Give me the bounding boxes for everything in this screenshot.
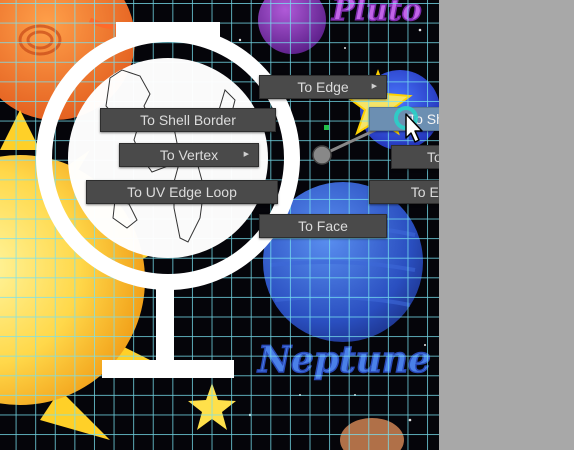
submenu-arrow-icon: ▶ (243, 151, 249, 158)
to-uv-edge-loop-menu-item[interactable]: To UV Edge Loop (86, 180, 278, 204)
to-face-menu-item[interactable]: To Face (259, 214, 387, 238)
submenu-arrow-icon: ▶ (371, 83, 377, 90)
to-edge-loop-label: To Edge Loop (410, 184, 439, 200)
mouse-cursor-icon (394, 106, 423, 143)
to-uv-edge-loop-label: To UV Edge Loop (127, 184, 237, 200)
uv-editor-viewport[interactable]: PlutoNeptune To Edge ▶ To Shell To Shell… (0, 0, 439, 450)
to-edge-label: To Edge (297, 79, 349, 95)
to-shell-border-menu-item[interactable]: To Shell Border (100, 108, 276, 132)
side-panel (439, 0, 574, 450)
to-shell-border-label: To Shell Border (140, 112, 236, 128)
to-face-label: To Face (298, 218, 348, 234)
to-vertex-label: To Vertex (159, 147, 219, 163)
to-edge-menu-item[interactable]: To Edge ▶ (259, 75, 387, 99)
to-edge-loop-menu-item[interactable]: To Edge Loop (369, 180, 439, 204)
to-uv-label: To UV (426, 149, 439, 165)
to-vertex-menu-item[interactable]: To Vertex ▶ (119, 143, 259, 167)
